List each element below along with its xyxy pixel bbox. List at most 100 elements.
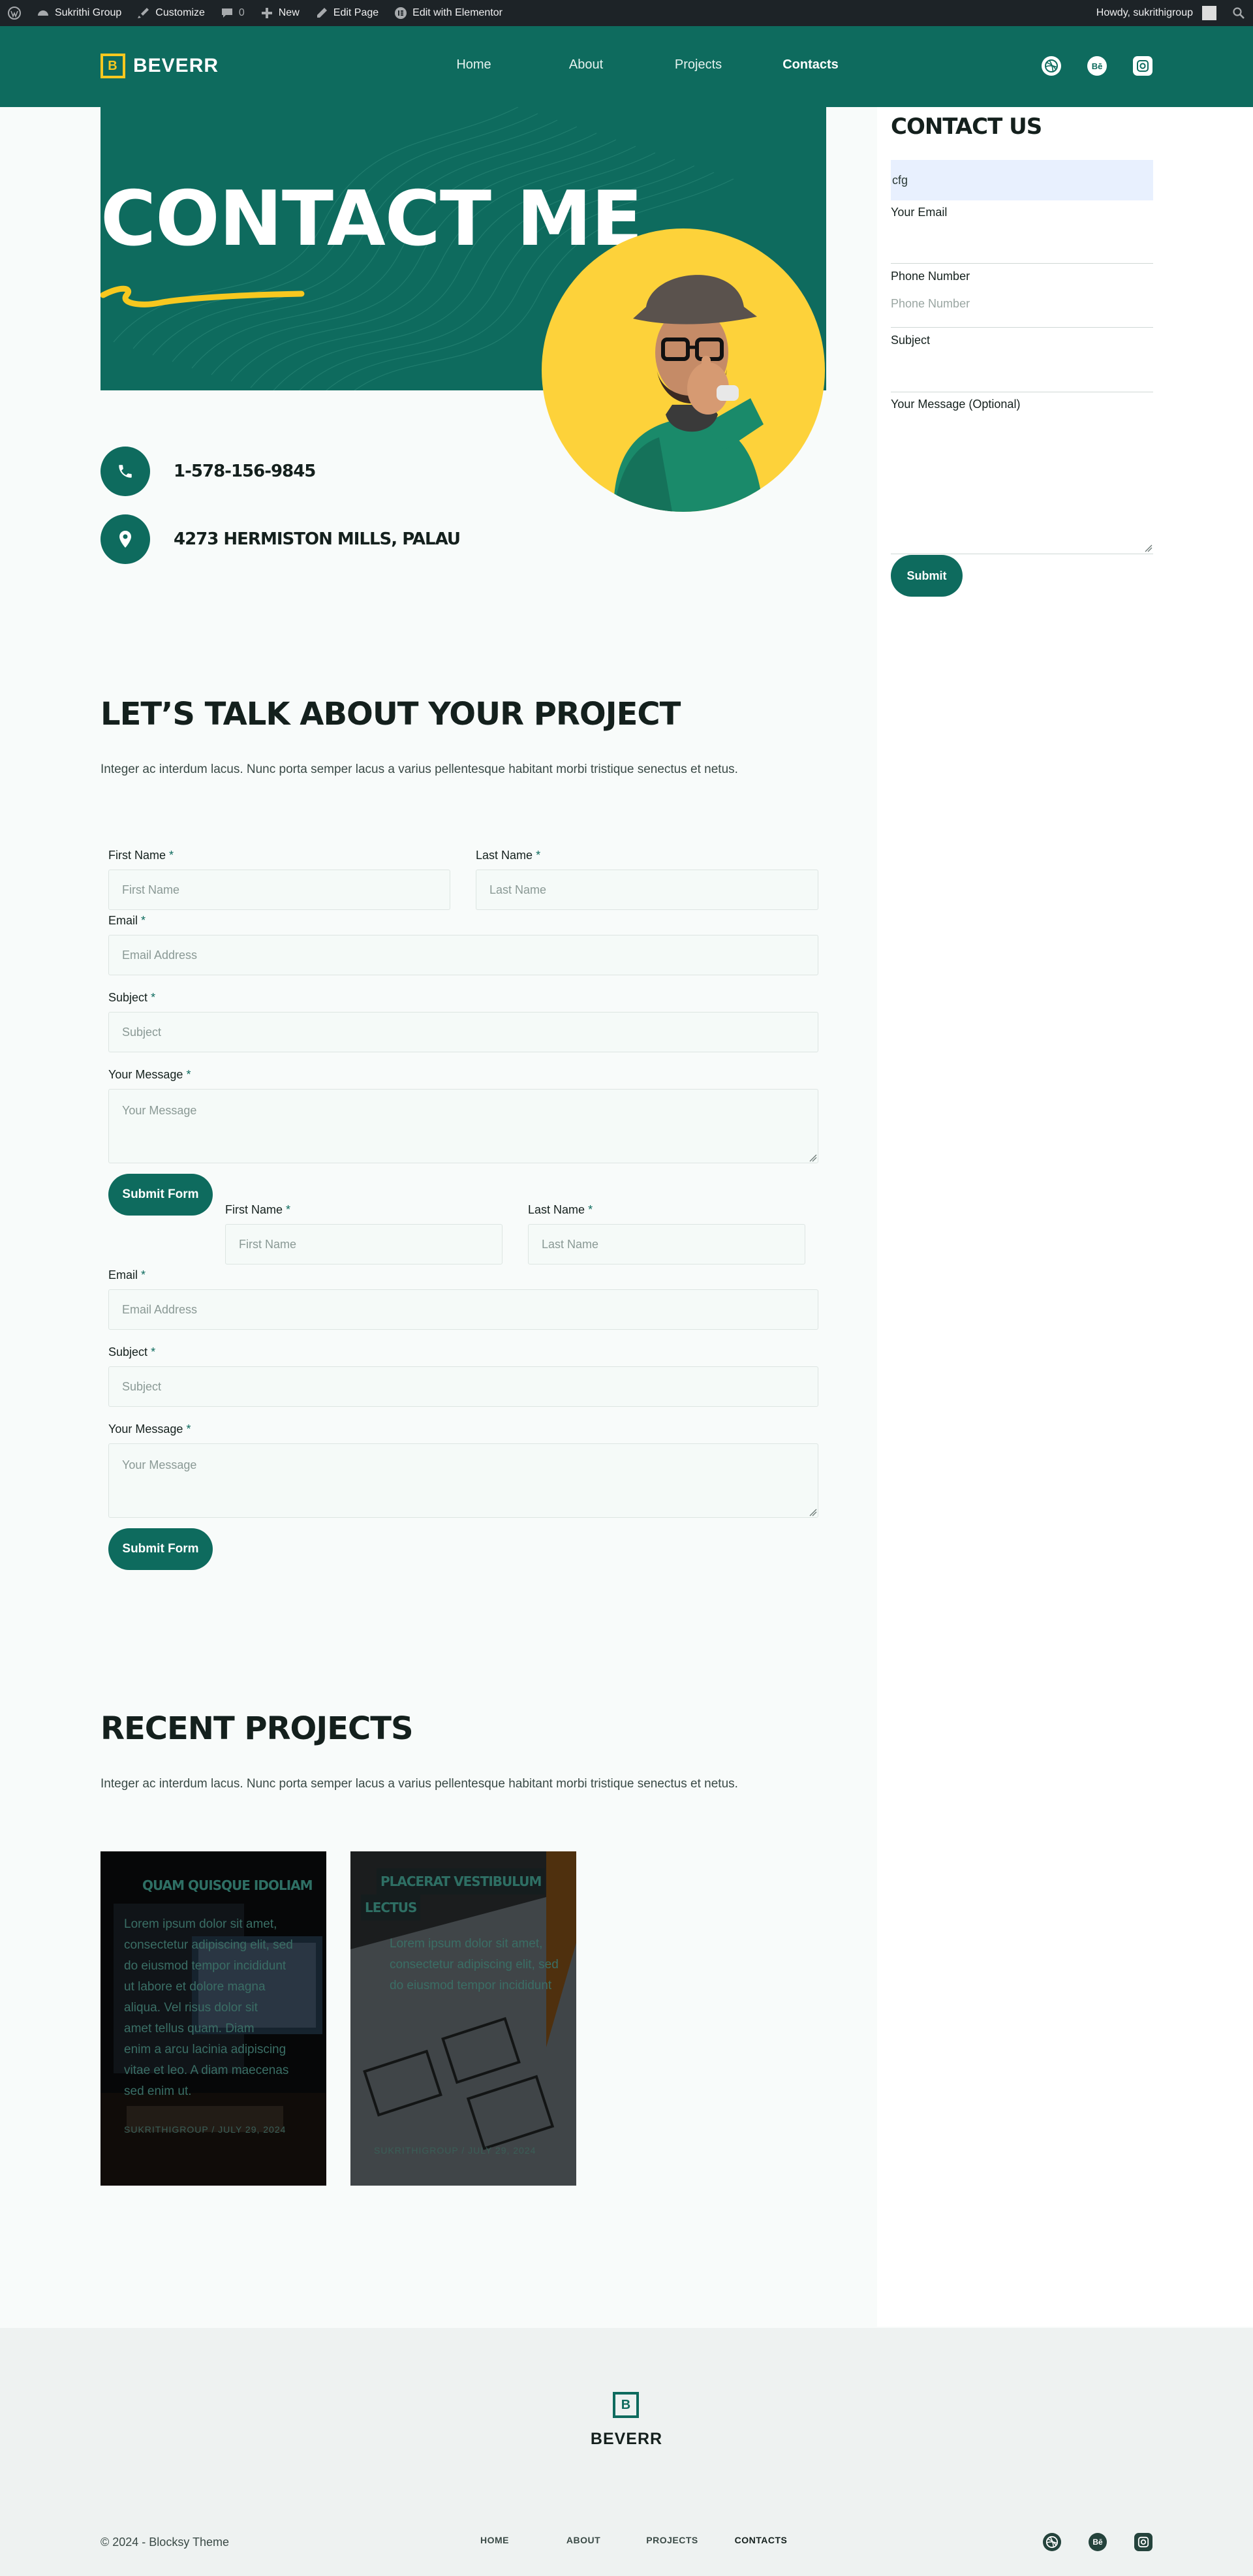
logo-mark: B bbox=[101, 54, 125, 78]
sidebar-email-field[interactable] bbox=[891, 222, 1153, 262]
comments-link[interactable]: 0 bbox=[213, 0, 253, 26]
person-illustration bbox=[613, 275, 764, 512]
projects-section-title: RECENT PROJECTS bbox=[101, 1710, 414, 1747]
last-name-label: Last Name * bbox=[476, 849, 541, 862]
sidebar-subject-label: Subject bbox=[891, 334, 931, 347]
message-label: Your Message * bbox=[108, 1422, 191, 1436]
sidebar-phone-label: Phone Number bbox=[891, 270, 970, 283]
submit-form-button[interactable]: Submit Form bbox=[108, 1528, 213, 1570]
projects-section-text: Integer ac interdum lacus. Nunc porta se… bbox=[101, 1777, 738, 1791]
footer-logo-text: BEVERR bbox=[590, 2430, 663, 2448]
message-textarea[interactable]: Your Message bbox=[108, 1089, 818, 1163]
dribbble-glyph bbox=[1045, 2536, 1059, 2549]
message-label: Your Message * bbox=[108, 1068, 191, 1081]
project-card[interactable]: QUAM QUISQUE IDOLIAM Lorem ipsum dolor s… bbox=[101, 1851, 326, 2186]
subject-input[interactable]: Subject bbox=[108, 1366, 818, 1407]
address-info: 4273 HERMISTON MILLS, PALAU bbox=[101, 514, 461, 564]
first-name-input[interactable]: First Name bbox=[225, 1224, 503, 1264]
footer-nav-projects[interactable]: PROJECTS bbox=[628, 2535, 717, 2545]
footer-nav-about[interactable]: ABOUT bbox=[539, 2535, 628, 2545]
site-header: B BEVERR Home About Projects Contacts Bē bbox=[0, 26, 1253, 107]
footer-logo-mark[interactable]: B bbox=[613, 2392, 639, 2418]
phone-info: 1-578-156-9845 bbox=[101, 447, 316, 496]
dribbble-glyph bbox=[1045, 59, 1058, 72]
subject-label: Subject * bbox=[108, 1345, 156, 1359]
last-name-input[interactable]: Last Name bbox=[528, 1224, 805, 1264]
wordpress-icon bbox=[8, 7, 21, 20]
instagram-glyph bbox=[1137, 60, 1149, 72]
last-name-label: Last Name * bbox=[528, 1203, 593, 1216]
nav-contacts[interactable]: Contacts bbox=[754, 57, 867, 72]
comment-icon bbox=[221, 8, 232, 18]
resize-handle-icon[interactable] bbox=[809, 1509, 817, 1516]
phone-glyph bbox=[119, 465, 132, 478]
project-meta: SUKRITHIGROUP / JULY 29, 2024 bbox=[124, 2124, 286, 2135]
yellow-scribble-decoration bbox=[101, 285, 305, 307]
talk-section-text: Integer ac interdum lacus. Nunc porta se… bbox=[101, 762, 738, 776]
dribbble-icon[interactable] bbox=[1043, 2533, 1061, 2551]
main-nav: Home About Projects Contacts bbox=[418, 57, 867, 72]
address-text: 4273 HERMISTON MILLS, PALAU bbox=[174, 529, 461, 549]
site-logo[interactable]: B BEVERR bbox=[101, 54, 219, 78]
behance-icon[interactable]: Bē bbox=[1087, 56, 1107, 76]
wordpress-menu[interactable] bbox=[0, 0, 29, 26]
email-input[interactable]: Email Address bbox=[108, 1289, 818, 1330]
new-content-link[interactable]: New bbox=[253, 0, 307, 26]
account-menu[interactable]: Howdy, sukrithigroup bbox=[1089, 0, 1224, 26]
footer-social: Bē bbox=[1043, 2533, 1152, 2551]
behance-icon[interactable]: Bē bbox=[1089, 2533, 1107, 2551]
project-excerpt: Lorem ipsum dolor sit amet, consectetur … bbox=[390, 1937, 559, 1992]
elementor-icon bbox=[395, 7, 407, 19]
last-name-input[interactable]: Last Name bbox=[476, 870, 818, 910]
page-title: CONTACT ME bbox=[101, 175, 643, 263]
sidebar-title: CONTACT US bbox=[891, 114, 1042, 140]
first-name-label: First Name * bbox=[108, 849, 174, 862]
brush-icon bbox=[138, 8, 149, 18]
nav-projects[interactable]: Projects bbox=[642, 57, 754, 72]
instagram-glyph bbox=[1137, 2536, 1149, 2548]
copyright-text: © 2024 - Blocksy Theme bbox=[101, 2536, 230, 2549]
customize-link[interactable]: Customize bbox=[129, 0, 213, 26]
elementor-link[interactable]: Edit with Elementor bbox=[386, 0, 510, 26]
project-card[interactable]: PLACERAT VESTIBULUM LECTUS Lorem ipsum d… bbox=[350, 1851, 576, 2186]
phone-icon bbox=[101, 447, 150, 496]
edit-page-link[interactable]: Edit Page bbox=[307, 0, 386, 26]
submit-form-button[interactable]: Submit Form bbox=[108, 1174, 213, 1216]
nav-home[interactable]: Home bbox=[418, 57, 530, 72]
admin-search[interactable] bbox=[1224, 0, 1253, 26]
footer-nav: HOME ABOUT PROJECTS CONTACTS bbox=[450, 2535, 805, 2545]
message-textarea[interactable]: Your Message bbox=[108, 1443, 818, 1518]
sidebar-subject-field[interactable] bbox=[891, 350, 1153, 390]
sidebar-phone-field[interactable]: Phone Number bbox=[891, 297, 1153, 311]
instagram-icon[interactable] bbox=[1133, 56, 1152, 76]
footer-nav-contacts[interactable]: CONTACTS bbox=[717, 2535, 805, 2545]
nav-about[interactable]: About bbox=[530, 57, 642, 72]
dashboard-icon bbox=[38, 10, 48, 16]
pencil-icon bbox=[317, 8, 327, 18]
sidebar-message-label: Your Message (Optional) bbox=[891, 398, 1021, 411]
header-social: Bē bbox=[1042, 56, 1152, 76]
sidebar-first-field[interactable]: cfg bbox=[891, 160, 1153, 200]
email-input[interactable]: Email Address bbox=[108, 935, 818, 975]
admin-bar: Sukrithi Group Customize 0 New Edit Page… bbox=[0, 0, 1253, 26]
first-name-input[interactable]: First Name bbox=[108, 870, 450, 910]
avatar bbox=[1202, 6, 1216, 20]
pin-glyph bbox=[119, 531, 131, 548]
sidebar-message-field[interactable] bbox=[891, 414, 1153, 554]
resize-handle-icon[interactable] bbox=[809, 1154, 817, 1162]
dribbble-icon[interactable] bbox=[1042, 56, 1061, 76]
subject-label: Subject * bbox=[108, 991, 156, 1004]
divider bbox=[891, 327, 1153, 328]
divider bbox=[891, 263, 1153, 264]
site-name-link[interactable]: Sukrithi Group bbox=[29, 0, 129, 26]
email-label: Email * bbox=[108, 914, 146, 927]
footer-nav-home[interactable]: HOME bbox=[450, 2535, 539, 2545]
phone-number[interactable]: 1-578-156-9845 bbox=[174, 462, 316, 481]
instagram-icon[interactable] bbox=[1134, 2533, 1152, 2551]
plus-icon bbox=[261, 8, 272, 18]
sidebar-email-label: Your Email bbox=[891, 206, 948, 219]
sidebar-submit-button[interactable]: Submit bbox=[891, 555, 963, 597]
subject-input[interactable]: Subject bbox=[108, 1012, 818, 1052]
resize-handle-icon[interactable] bbox=[1145, 544, 1152, 552]
search-icon bbox=[1233, 7, 1245, 19]
